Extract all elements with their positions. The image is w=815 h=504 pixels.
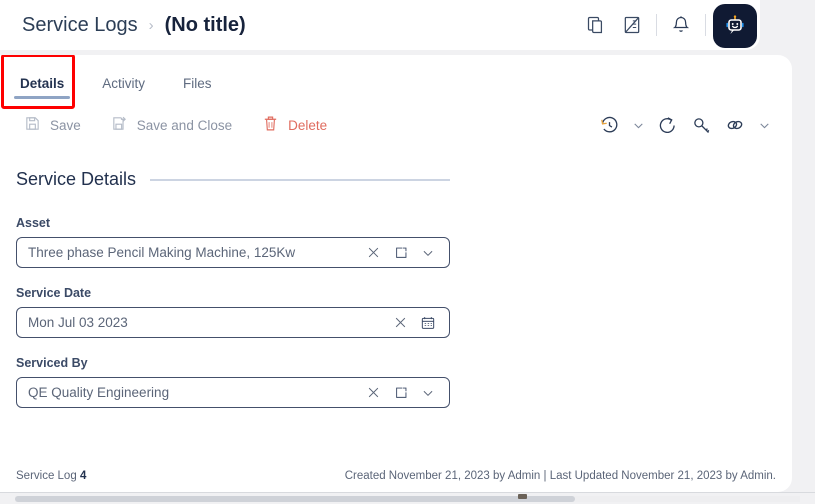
section-divider [150,178,450,181]
tab-files-label: Files [183,76,212,91]
horizontal-scrollbar[interactable] [0,492,815,504]
field-serviced-by-label: Serviced By [16,356,88,370]
field-serviced-by: Serviced By QE Quality Engineering [16,356,450,408]
breadcrumb: Service Logs › (No title) [0,14,578,37]
history-clock-icon[interactable] [594,110,624,140]
serviced-by-value: QE Quality Engineering [28,385,170,400]
calendar-icon[interactable] [414,309,441,336]
record-toolbar: Save Save and Close Delete [0,103,792,147]
record-identifier: Service Log 4 [16,470,345,482]
copy-icon[interactable] [578,7,614,43]
refresh-icon[interactable] [652,110,682,140]
audit-trail: Created November 21, 2023 by Admin | Las… [344,470,776,482]
service-details-form: Service Details Asset Three phase Pencil… [0,147,792,408]
tab-activity-label: Activity [102,76,146,91]
breadcrumb-link-service-logs[interactable]: Service Logs [22,14,138,37]
tab-activity[interactable]: Activity [96,76,151,103]
link-chain-icon[interactable] [720,110,750,140]
link-chevron-down-icon[interactable] [754,111,774,139]
service-date-value: Mon Jul 03 2023 [28,315,128,330]
tab-details[interactable]: Details [14,76,71,103]
service-date-clear-icon[interactable] [387,309,414,336]
delete-button[interactable]: Delete [262,115,327,135]
key-icon[interactable] [686,110,716,140]
asset-input[interactable]: Three phase Pencil Making Machine, 125Kw [16,237,450,268]
report-icon[interactable] [614,7,650,43]
tab-files[interactable]: Files [177,76,218,103]
breadcrumb-separator-icon: › [148,16,154,34]
save-icon [24,115,41,135]
robot-icon [726,15,744,34]
header-divider [705,14,706,36]
toolbar-secondary-actions [594,110,774,140]
assistant-robot-button[interactable] [713,4,757,48]
save-and-close-label: Save and Close [136,117,233,133]
asset-clear-icon[interactable] [360,239,387,266]
bell-icon[interactable] [663,7,699,43]
tab-details-label: Details [20,76,65,91]
scrollbar-marker [518,494,527,499]
field-service-date-label: Service Date [16,286,92,300]
tab-bar: Details Activity Files [0,55,792,109]
asset-open-external-icon[interactable] [387,239,414,266]
save-label: Save [50,117,81,133]
content-panel: Details Activity Files Save Save and Clo… [0,55,792,492]
asset-chevron-down-icon[interactable] [414,239,441,266]
service-date-input[interactable]: Mon Jul 03 2023 [16,307,450,338]
trash-icon [262,115,279,135]
field-asset-label: Asset [16,216,51,230]
serviced-by-chevron-down-icon[interactable] [414,379,441,406]
field-service-date: Service Date Mon Jul 03 2023 [16,286,450,338]
header-divider [656,14,657,36]
toolbar-primary-actions: Save Save and Close Delete [24,115,594,135]
record-number: 4 [79,470,87,482]
serviced-by-clear-icon[interactable] [360,379,387,406]
save-and-close-icon [111,115,128,135]
page-title: (No title) [164,13,246,36]
save-button[interactable]: Save [24,115,81,135]
scrollbar-thumb[interactable] [15,496,575,502]
field-asset: Asset Three phase Pencil Making Machine,… [16,216,450,268]
save-and-close-button[interactable]: Save and Close [111,115,232,135]
section-header: Service Details [16,169,450,190]
delete-label: Delete [288,117,328,133]
history-chevron-down-icon[interactable] [628,111,648,139]
section-title: Service Details [16,169,137,189]
serviced-by-input[interactable]: QE Quality Engineering [16,377,450,408]
application-window: Service Logs › (No title) Details Activi… [0,0,815,504]
page-header: Service Logs › (No title) [0,0,760,50]
asset-value: Three phase Pencil Making Machine, 125Kw [28,245,296,260]
record-footer: Service Log 4 Created November 21, 2023 … [0,460,792,492]
serviced-by-open-external-icon[interactable] [387,379,414,406]
record-label: Service Log [16,470,77,482]
